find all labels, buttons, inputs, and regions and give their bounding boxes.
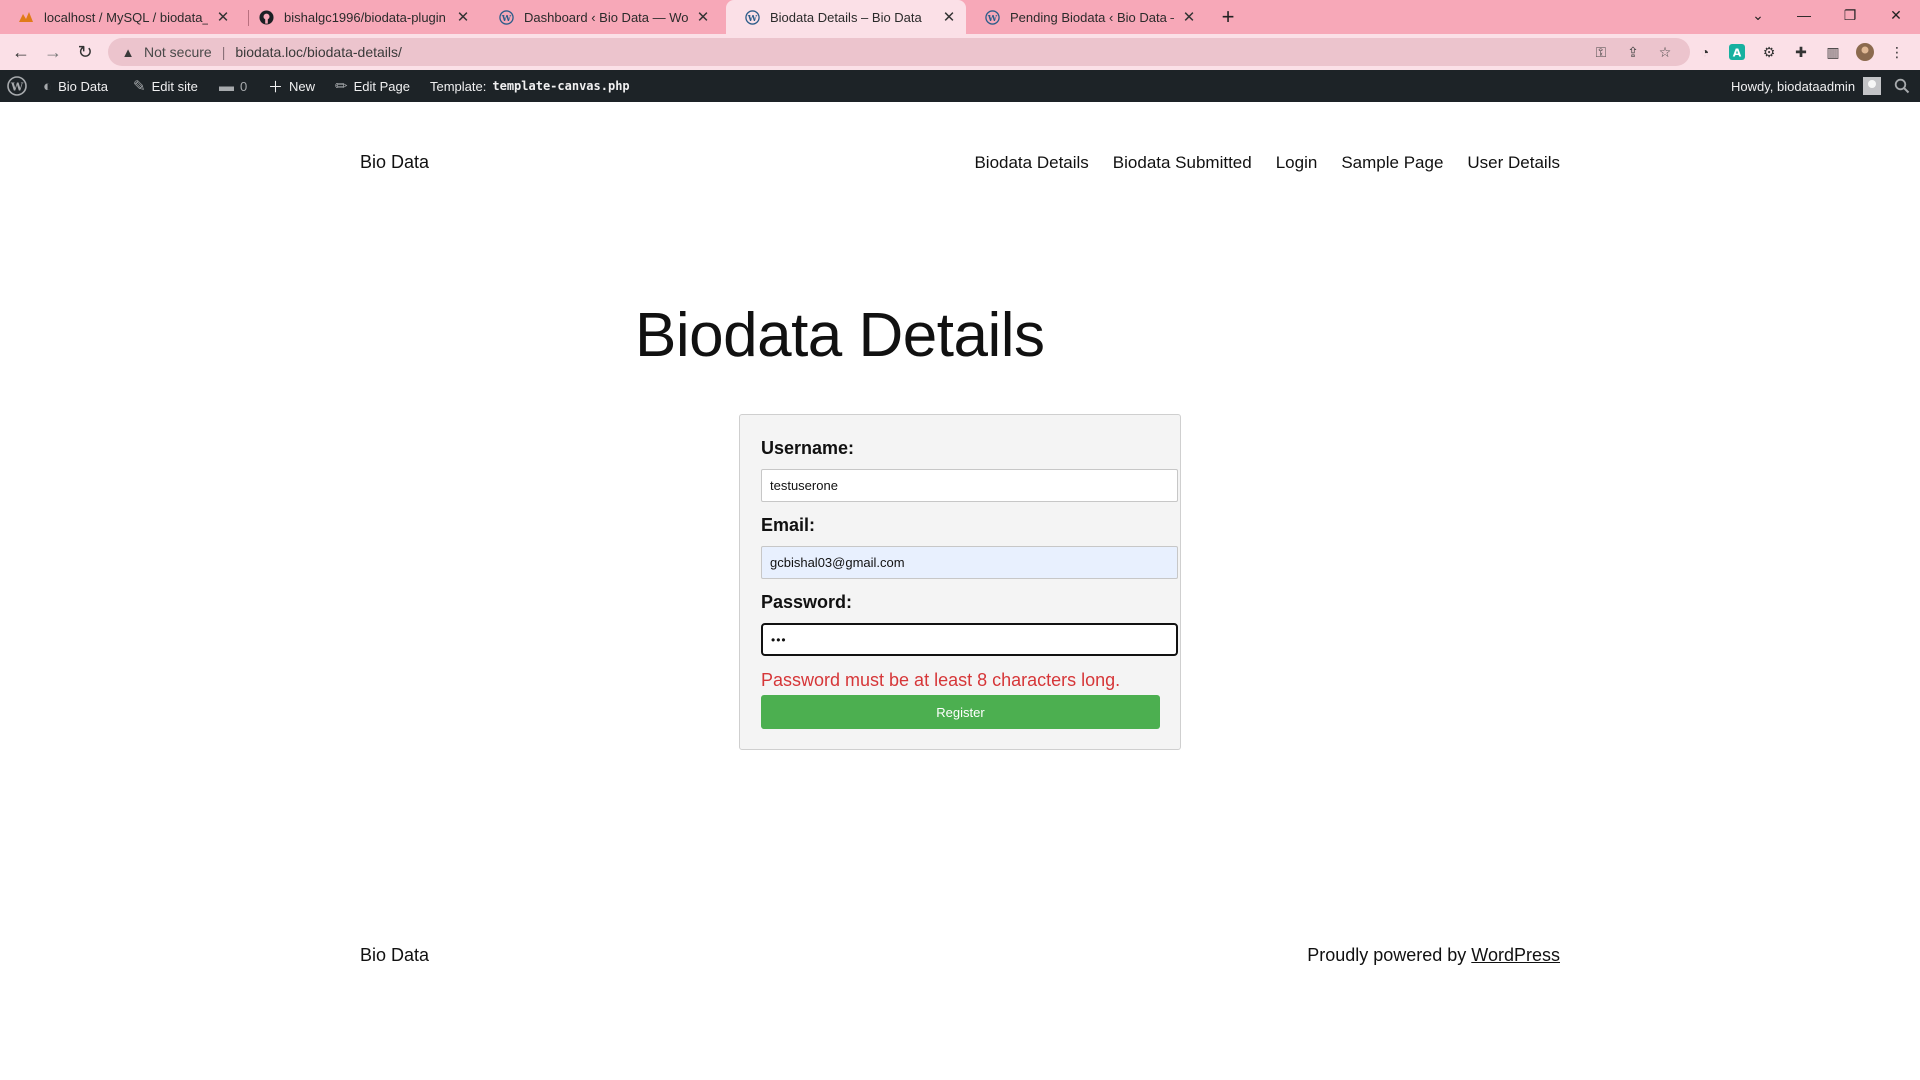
browser-tab-title: Dashboard ‹ Bio Data — WordPress: [524, 9, 688, 25]
reload-icon[interactable]: ↻: [73, 40, 97, 64]
minimize-button[interactable]: —: [1782, 0, 1826, 30]
browser-toolbar: ← → ↻ ▲ Not secure | biodata.loc/biodata…: [0, 34, 1920, 70]
phpmyadmin-icon: [18, 9, 34, 25]
browser-tab-title: localhost / MySQL / biodata_db /: [44, 9, 208, 25]
nav-item-sample-page[interactable]: Sample Page: [1341, 153, 1443, 173]
side-panel-icon[interactable]: ▥: [1823, 42, 1843, 62]
admin-bar-site-label: Bio Data: [58, 78, 108, 94]
close-icon[interactable]: ✕: [694, 8, 712, 26]
admin-bar-new[interactable]: ＋ New: [268, 70, 315, 102]
admin-bar-edit-site[interactable]: ✎ Edit site: [133, 70, 198, 102]
browser-tab-strip: localhost / MySQL / biodata_db / ✕ bisha…: [0, 0, 1920, 34]
nav-item-login[interactable]: Login: [1276, 153, 1318, 173]
browser-tab[interactable]: W Pending Biodata ‹ Bio Data — WordPress…: [966, 0, 1206, 34]
wp-admin-bar: W ◐ Bio Data ✎ Edit site ▬ 0 ＋ New ✏ Edi…: [0, 70, 1920, 102]
nav-item-user-details[interactable]: User Details: [1467, 153, 1560, 173]
admin-bar-template: Template: template-canvas.php: [430, 70, 630, 102]
warning-icon: ▲: [121, 44, 135, 60]
nav-item-biodata-details[interactable]: Biodata Details: [974, 153, 1088, 173]
wordpress-icon: W: [984, 9, 1000, 25]
site-title[interactable]: Bio Data: [360, 152, 429, 173]
svg-text:W: W: [10, 80, 24, 93]
close-icon[interactable]: ✕: [454, 8, 472, 26]
close-icon[interactable]: ✕: [940, 8, 958, 26]
plus-icon: ＋: [268, 78, 284, 96]
password-label: Password:: [761, 592, 853, 612]
admin-bar-new-label: New: [289, 78, 316, 94]
comment-bubble-icon: ▬: [219, 77, 234, 95]
wordpress-logo-icon[interactable]: W: [7, 70, 27, 102]
username-label: Username:: [761, 438, 855, 458]
browser-tab[interactable]: localhost / MySQL / biodata_db / ✕: [0, 0, 240, 34]
window-close-button[interactable]: ✕: [1874, 0, 1918, 30]
dashboard-icon: ◐: [43, 77, 53, 95]
username-input[interactable]: testuserone: [761, 469, 1178, 502]
wordpress-icon: W: [498, 9, 514, 25]
github-icon: [258, 9, 274, 25]
admin-bar-edit-page[interactable]: ✏ Edit Page: [335, 70, 410, 102]
howdy-greeting: Howdy, biodataadmin: [1731, 78, 1856, 94]
comments-count: 0: [240, 78, 248, 94]
new-tab-button[interactable]: +: [1215, 4, 1241, 30]
svg-text:W: W: [500, 12, 511, 22]
admin-bar-comments[interactable]: ▬ 0: [219, 70, 247, 102]
admin-bar-site-name[interactable]: ◐ Bio Data: [43, 70, 108, 102]
browser-tab[interactable]: W Dashboard ‹ Bio Data — WordPress ✕: [480, 0, 720, 34]
forward-arrow-icon[interactable]: →: [41, 40, 65, 64]
browser-tab-title: bishalgc1996/biodata-plugin: [284, 9, 446, 25]
password-error-message: Password must be at least 8 characters l…: [761, 670, 1121, 690]
wordpress-link[interactable]: WordPress: [1471, 945, 1560, 965]
svg-text:W: W: [986, 12, 997, 22]
footer-credit: Proudly powered by WordPress: [1307, 945, 1560, 966]
admin-bar-edit-page-label: Edit Page: [353, 78, 410, 94]
browser-tab[interactable]: bishalgc1996/biodata-plugin ✕: [240, 0, 480, 34]
close-icon[interactable]: ✕: [214, 8, 232, 26]
admin-bar-account[interactable]: Howdy, biodataadmin: [1731, 70, 1882, 102]
puzzle-icon[interactable]: ✚: [1791, 42, 1811, 62]
share-icon[interactable]: ⇪: [1623, 42, 1643, 62]
bookmark-star-icon[interactable]: ☆: [1655, 42, 1675, 62]
key-icon[interactable]: ⚿: [1591, 42, 1611, 62]
footer-credit-text: Proudly powered by: [1307, 945, 1467, 965]
address-bar[interactable]: ▲ Not secure | biodata.loc/biodata-detai…: [108, 38, 1690, 66]
register-button[interactable]: Register: [761, 695, 1160, 729]
admin-bar-edit-site-label: Edit site: [151, 78, 198, 94]
wordpress-icon: W: [744, 9, 760, 25]
email-label: Email:: [761, 515, 816, 535]
footer-site-title[interactable]: Bio Data: [360, 945, 429, 966]
template-label: Template:: [430, 78, 487, 94]
back-arrow-icon[interactable]: ←: [9, 40, 33, 64]
close-icon[interactable]: ✕: [1180, 8, 1198, 26]
template-name: template-canvas.php: [492, 79, 630, 93]
kebab-menu-icon[interactable]: ⋮: [1887, 42, 1907, 62]
nav-item-biodata-submitted[interactable]: Biodata Submitted: [1113, 153, 1252, 173]
profile-avatar[interactable]: [1855, 42, 1875, 62]
primary-navigation: Biodata Details Biodata Submitted Login …: [974, 153, 1560, 173]
omnibox-divider: |: [221, 44, 226, 60]
browser-tab-title: Pending Biodata ‹ Bio Data — WordPress: [1010, 9, 1174, 25]
url-text[interactable]: biodata.loc/biodata-details/: [235, 44, 402, 60]
registration-form: Username: testuserone Email: gcbishal03@…: [739, 414, 1181, 750]
avatar: [1863, 77, 1882, 95]
tab-search-icon[interactable]: ⌄: [1736, 0, 1780, 30]
browser-tab-title: Biodata Details – Bio Data: [770, 9, 922, 25]
svg-text:A: A: [1733, 47, 1742, 60]
grammar-extension-icon[interactable]: A: [1727, 42, 1747, 62]
restore-button[interactable]: ❐: [1828, 0, 1872, 30]
extension-loading-icon[interactable]: ◔: [1695, 42, 1715, 62]
pencil-icon: ✏: [335, 78, 348, 95]
svg-text:W: W: [746, 12, 757, 22]
admin-bar-search-icon[interactable]: [1894, 70, 1910, 102]
security-label[interactable]: Not secure: [144, 44, 212, 60]
page-title: Biodata Details: [635, 301, 1045, 370]
brush-icon: ✎: [133, 78, 146, 95]
gear-extension-icon[interactable]: ⚙: [1759, 42, 1779, 62]
browser-tab-active[interactable]: W Biodata Details – Bio Data ✕: [726, 0, 966, 34]
email-input[interactable]: gcbishal03@gmail.com: [761, 546, 1178, 579]
password-input[interactable]: •••: [761, 623, 1178, 656]
